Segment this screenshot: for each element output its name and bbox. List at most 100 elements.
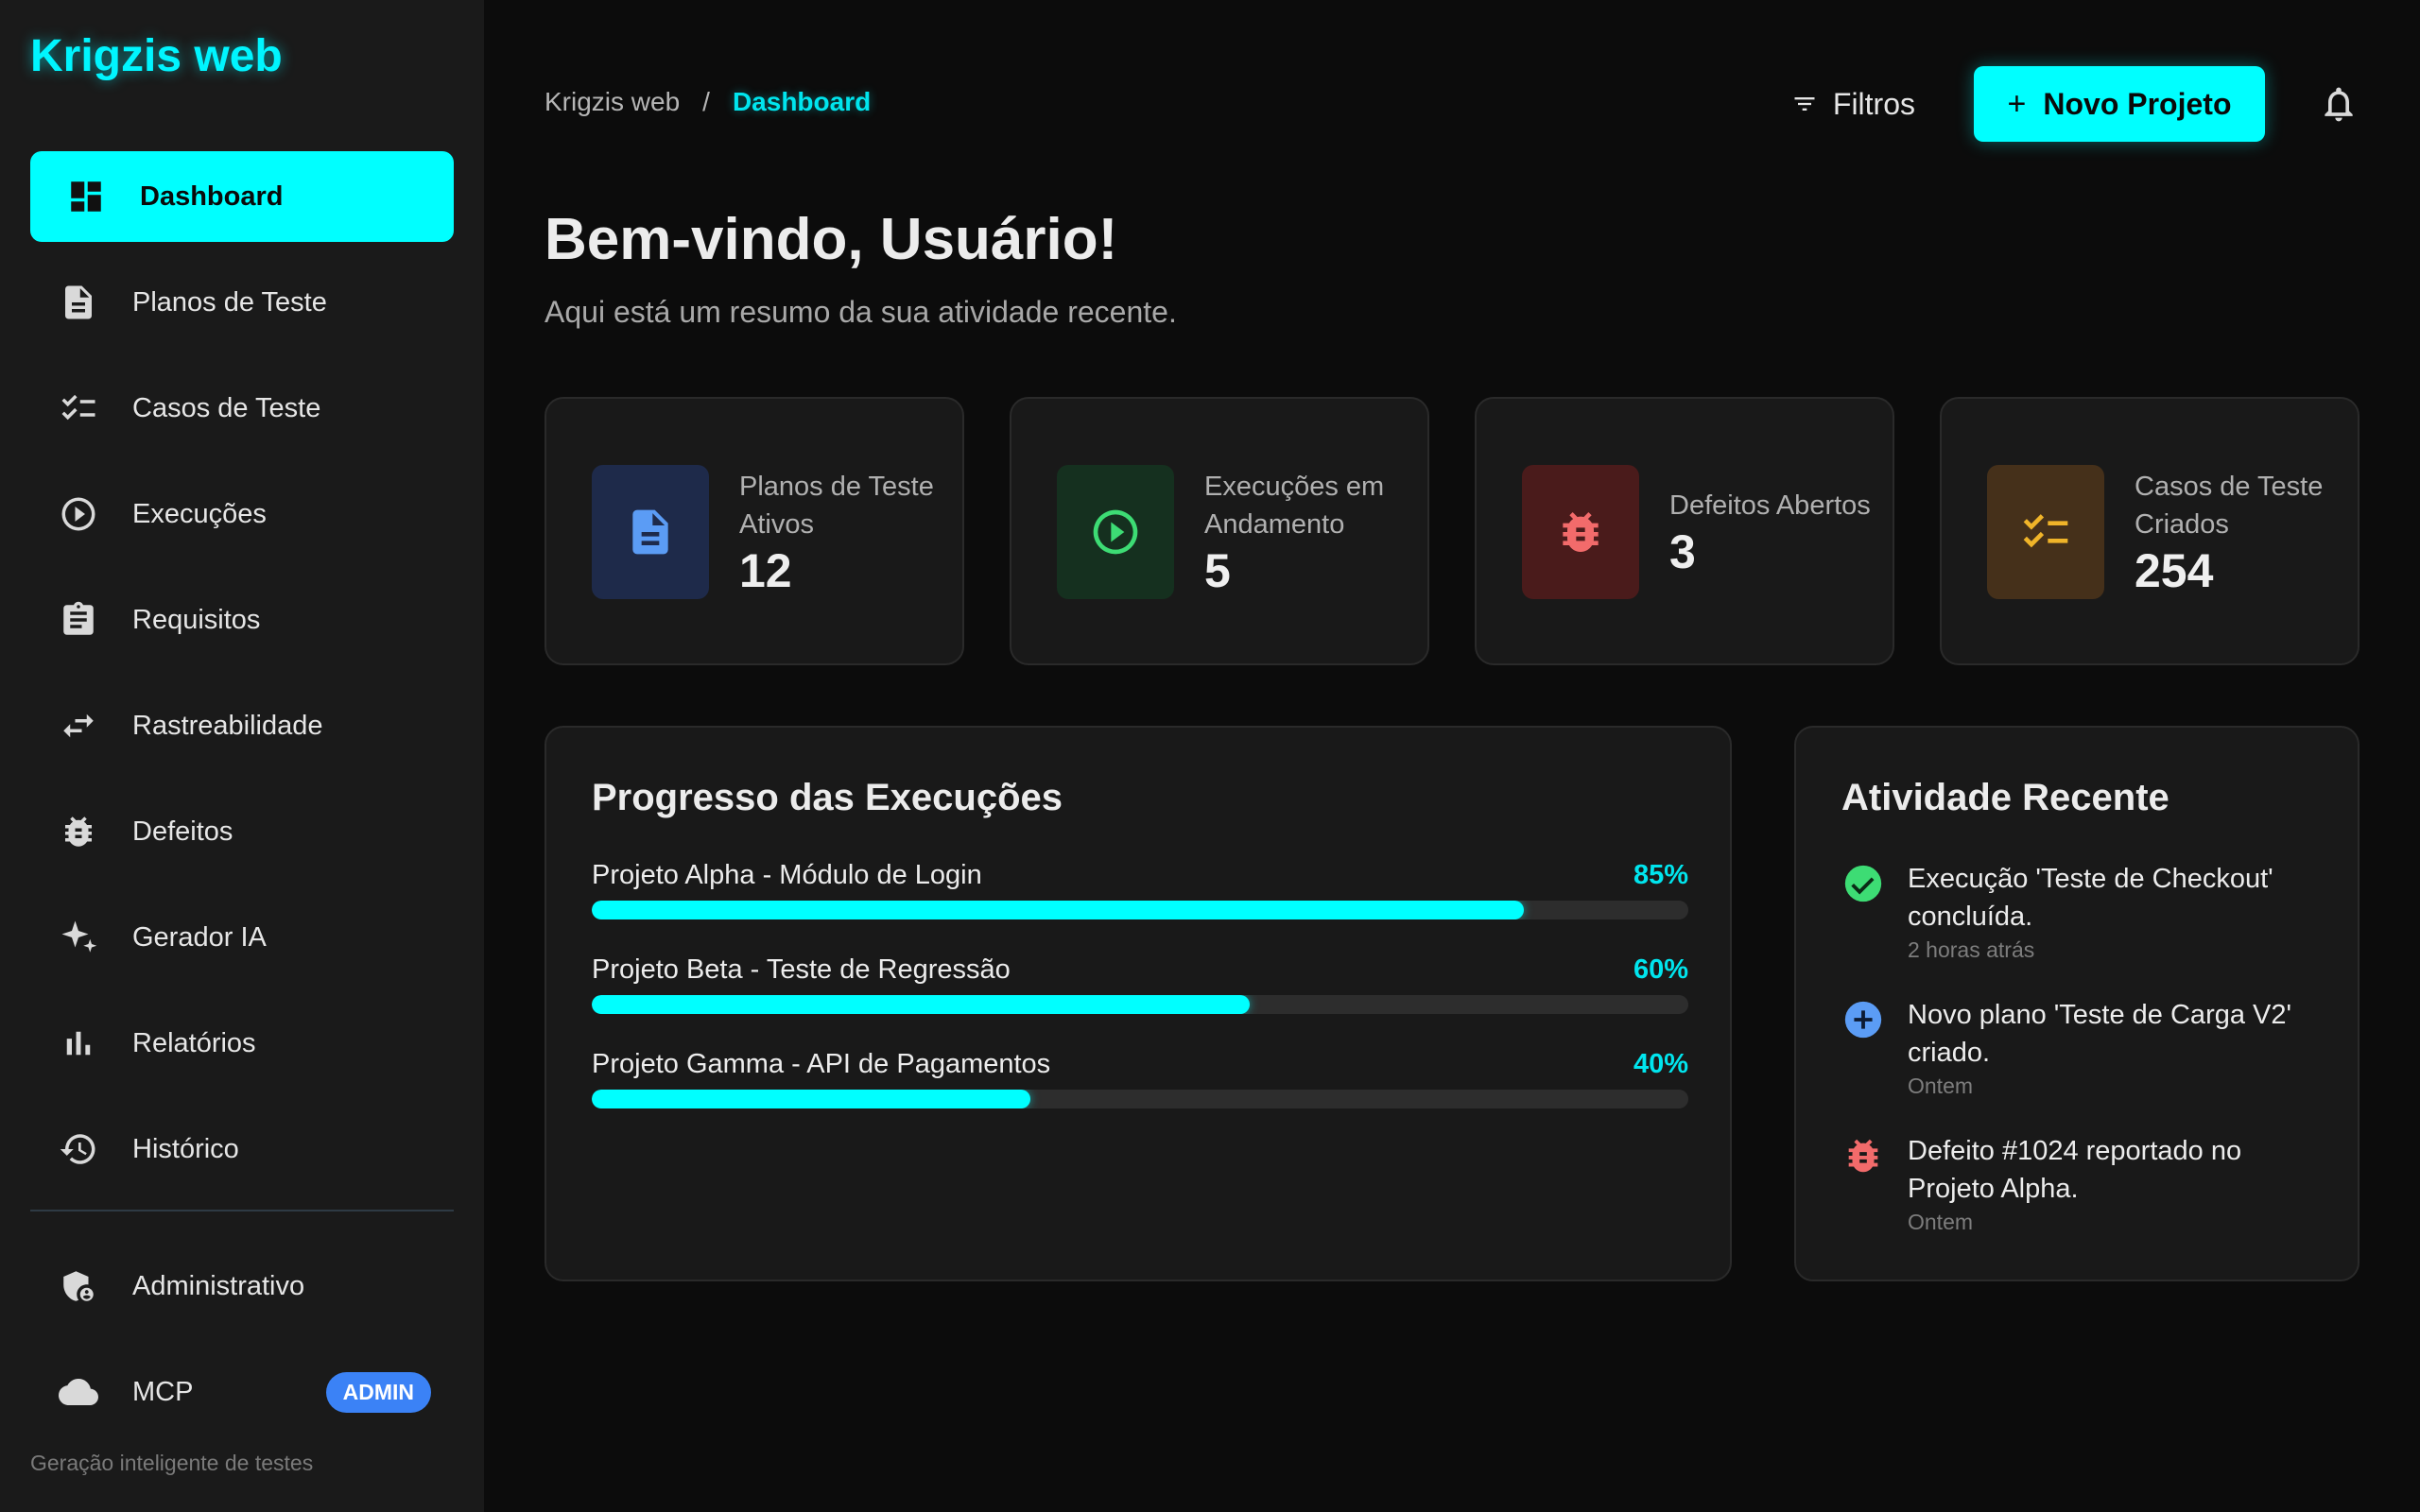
activity-text: Execução 'Teste de Checkout' concluída. [1908, 864, 2273, 932]
stat-value: 3 [1669, 525, 1696, 578]
breadcrumb-root[interactable]: Krigzis web [544, 87, 680, 117]
bar-chart-icon [57, 1022, 100, 1065]
breadcrumb-separator: / [702, 87, 710, 116]
activity-panel: Atividade Recente Execução 'Teste de Che… [1794, 726, 2360, 1281]
sidebar-item-gerador-ia[interactable]: Gerador IA [30, 892, 454, 983]
sidebar-item-label: Administrativo [132, 1270, 305, 1301]
checklist-icon [1987, 465, 2104, 599]
sidebar-item-label: Gerador IA [132, 921, 267, 953]
bug-icon [1522, 465, 1639, 599]
sidebar-item-label: MCP [132, 1376, 194, 1407]
activity-time: Ontem [1908, 1074, 1974, 1098]
stat-value: 5 [1204, 544, 1231, 597]
stat-label: Casos de Teste Criados [2135, 472, 2324, 540]
progress-panel: Progresso das Execuções Projeto Alpha - … [544, 726, 1732, 1281]
sparkle-icon [57, 916, 100, 959]
dashboard-icon [64, 175, 108, 218]
sidebar-nav: Dashboard Planos de Teste Casos de Teste… [30, 151, 454, 1210]
stat-card-planos[interactable]: Planos de Teste Ativos 12 [544, 397, 964, 665]
activity-time: Ontem [1908, 1210, 1974, 1234]
clipboard-icon [57, 598, 100, 642]
plus-circle-icon [1841, 998, 1885, 1041]
sidebar-item-requisitos[interactable]: Requisitos [30, 575, 454, 665]
progress-track [592, 901, 1688, 919]
notifications-bell-icon[interactable] [2318, 83, 2360, 125]
breadcrumb: Krigzis web / Dashboard [544, 87, 871, 117]
sidebar-item-label: Defeitos [132, 816, 233, 847]
sidebar-item-casos-de-teste[interactable]: Casos de Teste [30, 363, 454, 454]
document-icon [57, 281, 100, 324]
sidebar-item-relatorios[interactable]: Relatórios [30, 998, 454, 1089]
header-actions: Filtros + Novo Projeto [1791, 66, 2360, 142]
stat-label: Execuções em Andamento [1204, 472, 1385, 540]
swap-icon [57, 704, 100, 747]
document-icon [592, 465, 709, 599]
stat-card-execucoes[interactable]: Execuções em Andamento 5 [1010, 397, 1429, 665]
page-title: Bem-vindo, Usuário! [544, 207, 1118, 272]
filter-label: Filtros [1832, 86, 1915, 121]
sidebar-admin-nav: Administrativo MCP ADMIN [30, 1241, 454, 1452]
filter-button[interactable]: Filtros [1791, 87, 1915, 122]
sidebar-item-label: Requisitos [132, 604, 261, 635]
stat-card-casos[interactable]: Casos de Teste Criados 254 [1940, 397, 2360, 665]
progress-name: Projeto Gamma - API de Pagamentos [592, 1049, 1051, 1079]
progress-row[interactable]: Projeto Alpha - Módulo de Login 85% [592, 860, 1688, 919]
sidebar-item-label: Dashboard [140, 180, 284, 212]
sidebar-item-planos-de-teste[interactable]: Planos de Teste [30, 257, 454, 348]
progress-fill [592, 901, 1524, 919]
sidebar-item-dashboard[interactable]: Dashboard [30, 151, 454, 242]
progress-row[interactable]: Projeto Gamma - API de Pagamentos 40% [592, 1049, 1688, 1108]
new-project-label: Novo Projeto [2043, 86, 2232, 121]
stat-value: 12 [739, 544, 792, 597]
progress-name: Projeto Beta - Teste de Regressão [592, 954, 1011, 985]
activity-text: Defeito #1024 reportado no Projeto Alpha… [1908, 1136, 2242, 1204]
activity-panel-title: Atividade Recente [1841, 777, 2169, 818]
play-circle-icon [1057, 465, 1174, 599]
sidebar-item-label: Planos de Teste [132, 286, 327, 318]
progress-percent: 40% [1633, 1049, 1688, 1079]
filter-icon [1794, 97, 1815, 111]
stat-label: Planos de Teste Ativos [739, 472, 934, 540]
play-circle-icon [57, 492, 100, 536]
sidebar-item-label: Histórico [132, 1133, 239, 1164]
progress-row[interactable]: Projeto Beta - Teste de Regressão 60% [592, 954, 1688, 1014]
sidebar-footer: Geração inteligente de testes [30, 1451, 314, 1475]
activity-item[interactable]: Defeito #1024 reportado no Projeto Alpha… [1841, 1132, 2314, 1236]
progress-track [592, 1090, 1688, 1108]
progress-fill [592, 995, 1250, 1014]
breadcrumb-current: Dashboard [732, 87, 872, 116]
main-content: Krigzis web / Dashboard Filtros + Novo P… [484, 0, 2420, 1512]
plus-icon: + [2007, 85, 2027, 122]
bug-icon [57, 810, 100, 853]
sidebar-item-historico[interactable]: Histórico [30, 1104, 454, 1194]
new-project-button[interactable]: + Novo Projeto [1974, 66, 2265, 142]
sidebar-item-label: Casos de Teste [132, 392, 321, 423]
sidebar-divider [30, 1210, 454, 1211]
activity-text: Novo plano 'Teste de Carga V2' criado. [1908, 1000, 2292, 1068]
history-icon [57, 1127, 100, 1171]
sidebar-item-defeitos[interactable]: Defeitos [30, 786, 454, 877]
stat-card-defeitos[interactable]: Defeitos Abertos 3 [1475, 397, 1894, 665]
sidebar-item-execucoes[interactable]: Execuções [30, 469, 454, 559]
sidebar-item-label: Rastreabilidade [132, 710, 323, 741]
activity-item[interactable]: Novo plano 'Teste de Carga V2' criado. O… [1841, 996, 2314, 1100]
check-circle-icon [1841, 862, 1885, 905]
checklist-icon [57, 387, 100, 430]
progress-track [592, 995, 1688, 1014]
sidebar-item-label: Relatórios [132, 1027, 256, 1058]
admin-shield-icon [57, 1264, 100, 1308]
page-subtitle: Aqui está um resumo da sua atividade rec… [544, 295, 1177, 329]
admin-badge: ADMIN [325, 1371, 431, 1413]
sidebar-item-rastreabilidade[interactable]: Rastreabilidade [30, 680, 454, 771]
progress-percent: 60% [1633, 954, 1688, 985]
sidebar-item-mcp[interactable]: MCP ADMIN [30, 1347, 454, 1437]
bug-icon [1841, 1134, 1885, 1177]
stat-label: Defeitos Abertos [1669, 490, 1871, 521]
stat-value: 254 [2135, 544, 2214, 597]
sidebar-item-label: Execuções [132, 498, 267, 529]
activity-item[interactable]: Execução 'Teste de Checkout' concluída. … [1841, 860, 2314, 964]
sidebar-item-administrativo[interactable]: Administrativo [30, 1241, 454, 1332]
activity-time: 2 horas atrás [1908, 937, 2035, 962]
progress-panel-title: Progresso das Execuções [592, 777, 1063, 818]
brand-logo[interactable]: Krigzis web [30, 30, 283, 82]
